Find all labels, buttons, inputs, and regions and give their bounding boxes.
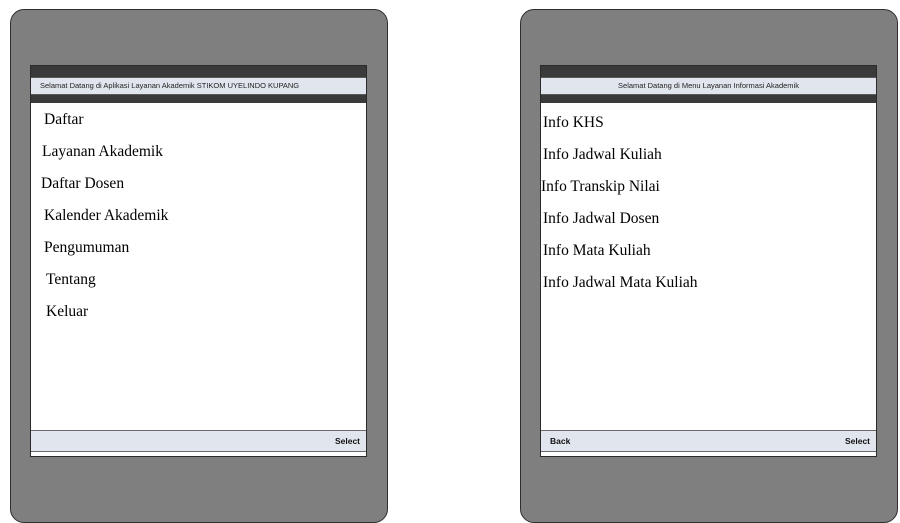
status-bar <box>541 66 876 77</box>
screen-title-bar: Selamat Datang di Aplikasi Layanan Akade… <box>31 77 366 95</box>
main-menu-list: Daftar Layanan Akademik Daftar Dosen Kal… <box>31 103 366 424</box>
phone-device-main-menu: Selamat Datang di Aplikasi Layanan Akade… <box>10 9 388 523</box>
divider-bar <box>541 95 876 103</box>
phone-device-info-menu: Selamat Datang di Menu Layanan Informasi… <box>520 9 898 523</box>
screen-title: Selamat Datang di Aplikasi Layanan Akade… <box>40 81 300 90</box>
back-softkey[interactable]: Back <box>550 436 570 446</box>
menu-item-info-jadwal-dosen[interactable]: Info Jadwal Dosen <box>543 210 659 228</box>
screen-title: Selamat Datang di Menu Layanan Informasi… <box>618 81 799 90</box>
menu-item-info-transkip-nilai[interactable]: Info Transkip Nilai <box>541 178 660 196</box>
menu-item-pengumuman[interactable]: Pengumuman <box>44 239 129 257</box>
menu-item-kalender-akademik[interactable]: Kalender Akademik <box>44 207 168 225</box>
menu-item-daftar-dosen[interactable]: Daftar Dosen <box>41 175 124 193</box>
softkey-bar: Select <box>31 430 366 452</box>
softkey-bar: Back Select <box>541 430 876 452</box>
menu-item-info-khs[interactable]: Info KHS <box>543 114 604 132</box>
menu-item-daftar[interactable]: Daftar <box>44 111 84 129</box>
menu-item-info-jadwal-mata-kuliah[interactable]: Info Jadwal Mata Kuliah <box>543 274 698 292</box>
screen-title-bar: Selamat Datang di Menu Layanan Informasi… <box>541 77 876 95</box>
menu-item-tentang[interactable]: Tentang <box>46 271 96 289</box>
menu-item-layanan-akademik[interactable]: Layanan Akademik <box>42 143 163 161</box>
select-softkey[interactable]: Select <box>845 436 870 446</box>
status-bar <box>31 66 366 77</box>
divider-bar <box>31 95 366 103</box>
select-softkey[interactable]: Select <box>335 436 360 446</box>
phone-screen: Selamat Datang di Menu Layanan Informasi… <box>540 65 877 457</box>
info-menu-list: Info KHS Info Jadwal Kuliah Info Transki… <box>541 103 876 424</box>
phone-screen: Selamat Datang di Aplikasi Layanan Akade… <box>30 65 367 457</box>
menu-item-info-mata-kuliah[interactable]: Info Mata Kuliah <box>543 242 651 260</box>
menu-item-info-jadwal-kuliah[interactable]: Info Jadwal Kuliah <box>543 146 662 164</box>
menu-item-keluar[interactable]: Keluar <box>46 303 88 321</box>
